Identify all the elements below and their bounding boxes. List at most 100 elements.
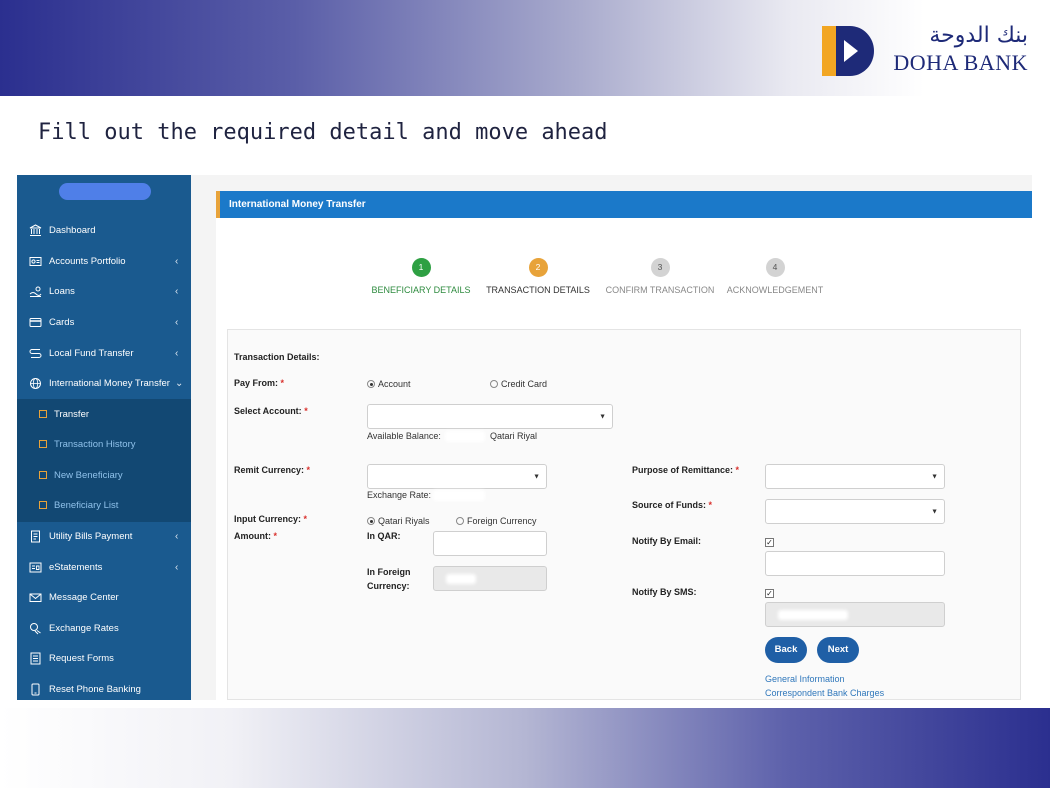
email-input[interactable] [765,551,945,576]
step-number: 2 [528,258,548,277]
notify-sms-label: Notify By SMS: [632,587,697,597]
chevron-left-icon: ‹ [175,285,179,297]
sidebar-item-label: Request Forms [49,652,114,664]
sidebar-item-dashboard[interactable]: Dashboard [17,215,191,245]
notify-sms-checkbox[interactable]: ✓ [765,589,774,598]
sidebar-subitem-beneficiary-list[interactable]: Beneficiary List [17,490,191,520]
chevron-down-icon: ⌄ [175,377,184,389]
sidebar-subitem-new-beneficiary[interactable]: New Beneficiary [17,460,191,490]
sidebar-item-loans[interactable]: Loans ‹ [17,276,191,306]
phone-icon [28,682,42,696]
step-label: CONFIRM TRANSACTION [605,285,715,295]
general-information-link[interactable]: General Information [765,674,845,684]
sidebar-item-label: Exchange Rates [49,622,119,634]
source-of-funds-dropdown[interactable]: ▼ [765,499,945,524]
sidebar-subitem-label: Beneficiary List [54,499,119,511]
sidebar-item-label: Cards [49,316,75,328]
form-icon [28,651,42,665]
amount-label: Amount: * [234,531,278,541]
back-button[interactable]: Back [765,637,807,663]
transfer-icon [28,346,42,360]
pay-from-credit-card-radio[interactable]: Credit Card [490,379,547,389]
sidebar-item-label: International Money Transfer [49,377,170,389]
step-beneficiary-details: 1 BENEFICIARY DETAILS [361,258,481,295]
sidebar-item-accounts-portfolio[interactable]: Accounts Portfolio ‹ [17,246,191,276]
user-name-pill [59,183,151,200]
loans-icon [28,284,42,298]
section-title: Transaction Details: [234,352,320,362]
exchange-rate-label: Exchange Rate: [367,490,432,500]
amount-qar-input[interactable] [433,531,547,556]
radio-selected-icon [367,517,375,525]
correspondent-bank-charges-link[interactable]: Correspondent Bank Charges [765,688,884,698]
sidebar-subitem-transaction-history[interactable]: Transaction History [17,429,191,459]
caret-down-icon: ▼ [599,413,606,420]
step-transaction-details: 2 TRANSACTION DETAILS [478,258,598,295]
bill-icon [28,529,42,543]
chevron-left-icon: ‹ [175,347,179,359]
caret-down-icon: ▼ [931,508,938,515]
globe-icon [28,376,42,390]
pay-from-account-radio[interactable]: Account [367,379,411,389]
logo-text: DOHA BANK [893,50,1028,75]
slide: بنك الدوحة DOHA BANK Fill out the requir… [0,0,1050,788]
redacted-balance [445,431,485,442]
card-icon [28,315,42,329]
sidebar-item-label: Local Fund Transfer [49,347,134,359]
sidebar-item-label: Message Center [49,591,119,603]
main-content: International Money Transfer 1 BENEFICIA… [191,175,1032,700]
next-button[interactable]: Next [817,637,859,663]
input-currency-qar-radio[interactable]: Qatari Riyals [367,516,430,526]
in-foreign-label-line1: In Foreign [367,567,411,577]
mail-icon [28,590,42,604]
sidebar-item-estatements[interactable]: eStatements ‹ [17,552,191,582]
remit-currency-dropdown[interactable]: ▼ [367,464,547,489]
exchange-icon [28,621,42,635]
available-balance-label: Available Balance: [367,431,441,441]
input-currency-foreign-radio[interactable]: Foreign Currency [456,516,537,526]
step-label: ACKNOWLEDGEMENT [726,285,824,295]
sidebar-subitem-transfer[interactable]: Transfer [17,399,191,429]
sidebar-item-utility-bills-payment[interactable]: Utility Bills Payment ‹ [17,521,191,551]
logo-arabic-text: بنك الدوحة [929,23,1028,48]
square-bullet-icon [39,501,47,509]
sidebar-item-local-fund-transfer[interactable]: Local Fund Transfer ‹ [17,338,191,368]
redacted-phone [778,610,848,620]
select-account-dropdown[interactable]: ▼ [367,404,613,429]
panel-title: International Money Transfer [216,191,1032,218]
transfer-panel: International Money Transfer 1 BENEFICIA… [216,191,1032,700]
purpose-of-remittance-label: Purpose of Remittance: * [632,465,740,475]
logo-mark-icon [822,26,874,76]
chevron-left-icon: ‹ [175,255,179,267]
remit-currency-label: Remit Currency: * [234,465,311,475]
square-bullet-icon [39,440,47,448]
in-foreign-label-line2: Currency: [367,581,410,591]
doha-bank-logo: بنك الدوحة DOHA BANK [822,22,1032,80]
sidebar-item-international-money-transfer[interactable]: International Money Transfer ⌄ [17,368,191,398]
purpose-of-remittance-dropdown[interactable]: ▼ [765,464,945,489]
sidebar-item-label: eStatements [49,561,103,573]
sidebar-subitem-label: New Beneficiary [54,469,123,481]
sms-input [765,602,945,627]
sidebar-item-exchange-rates[interactable]: Exchange Rates [17,613,191,643]
caret-down-icon: ▼ [533,473,540,480]
step-number: 4 [765,258,785,277]
sidebar-item-label: Loans [49,285,75,297]
sidebar-item-label: Utility Bills Payment [49,530,133,542]
available-balance-currency: Qatari Riyal [490,431,538,441]
sidebar-item-cards[interactable]: Cards ‹ [17,307,191,337]
chevron-left-icon: ‹ [175,561,179,573]
sidebar-item-request-forms[interactable]: Request Forms [17,643,191,673]
sidebar-subitem-label: Transaction History [54,438,136,450]
square-bullet-icon [39,471,47,479]
radio-unselected-icon [456,517,464,525]
bank-icon [28,223,42,237]
sidebar-item-label: Reset Phone Banking [49,683,141,695]
sidebar-item-message-center[interactable]: Message Center [17,582,191,612]
notify-email-checkbox[interactable]: ✓ [765,538,774,547]
sidebar-item-reset-phone-banking[interactable]: Reset Phone Banking [17,674,191,700]
sidebar-subitem-label: Transfer [54,408,90,420]
sidebar-item-label: Accounts Portfolio [49,255,126,267]
step-number: 3 [650,258,670,277]
input-currency-label: Input Currency: * [234,514,308,524]
